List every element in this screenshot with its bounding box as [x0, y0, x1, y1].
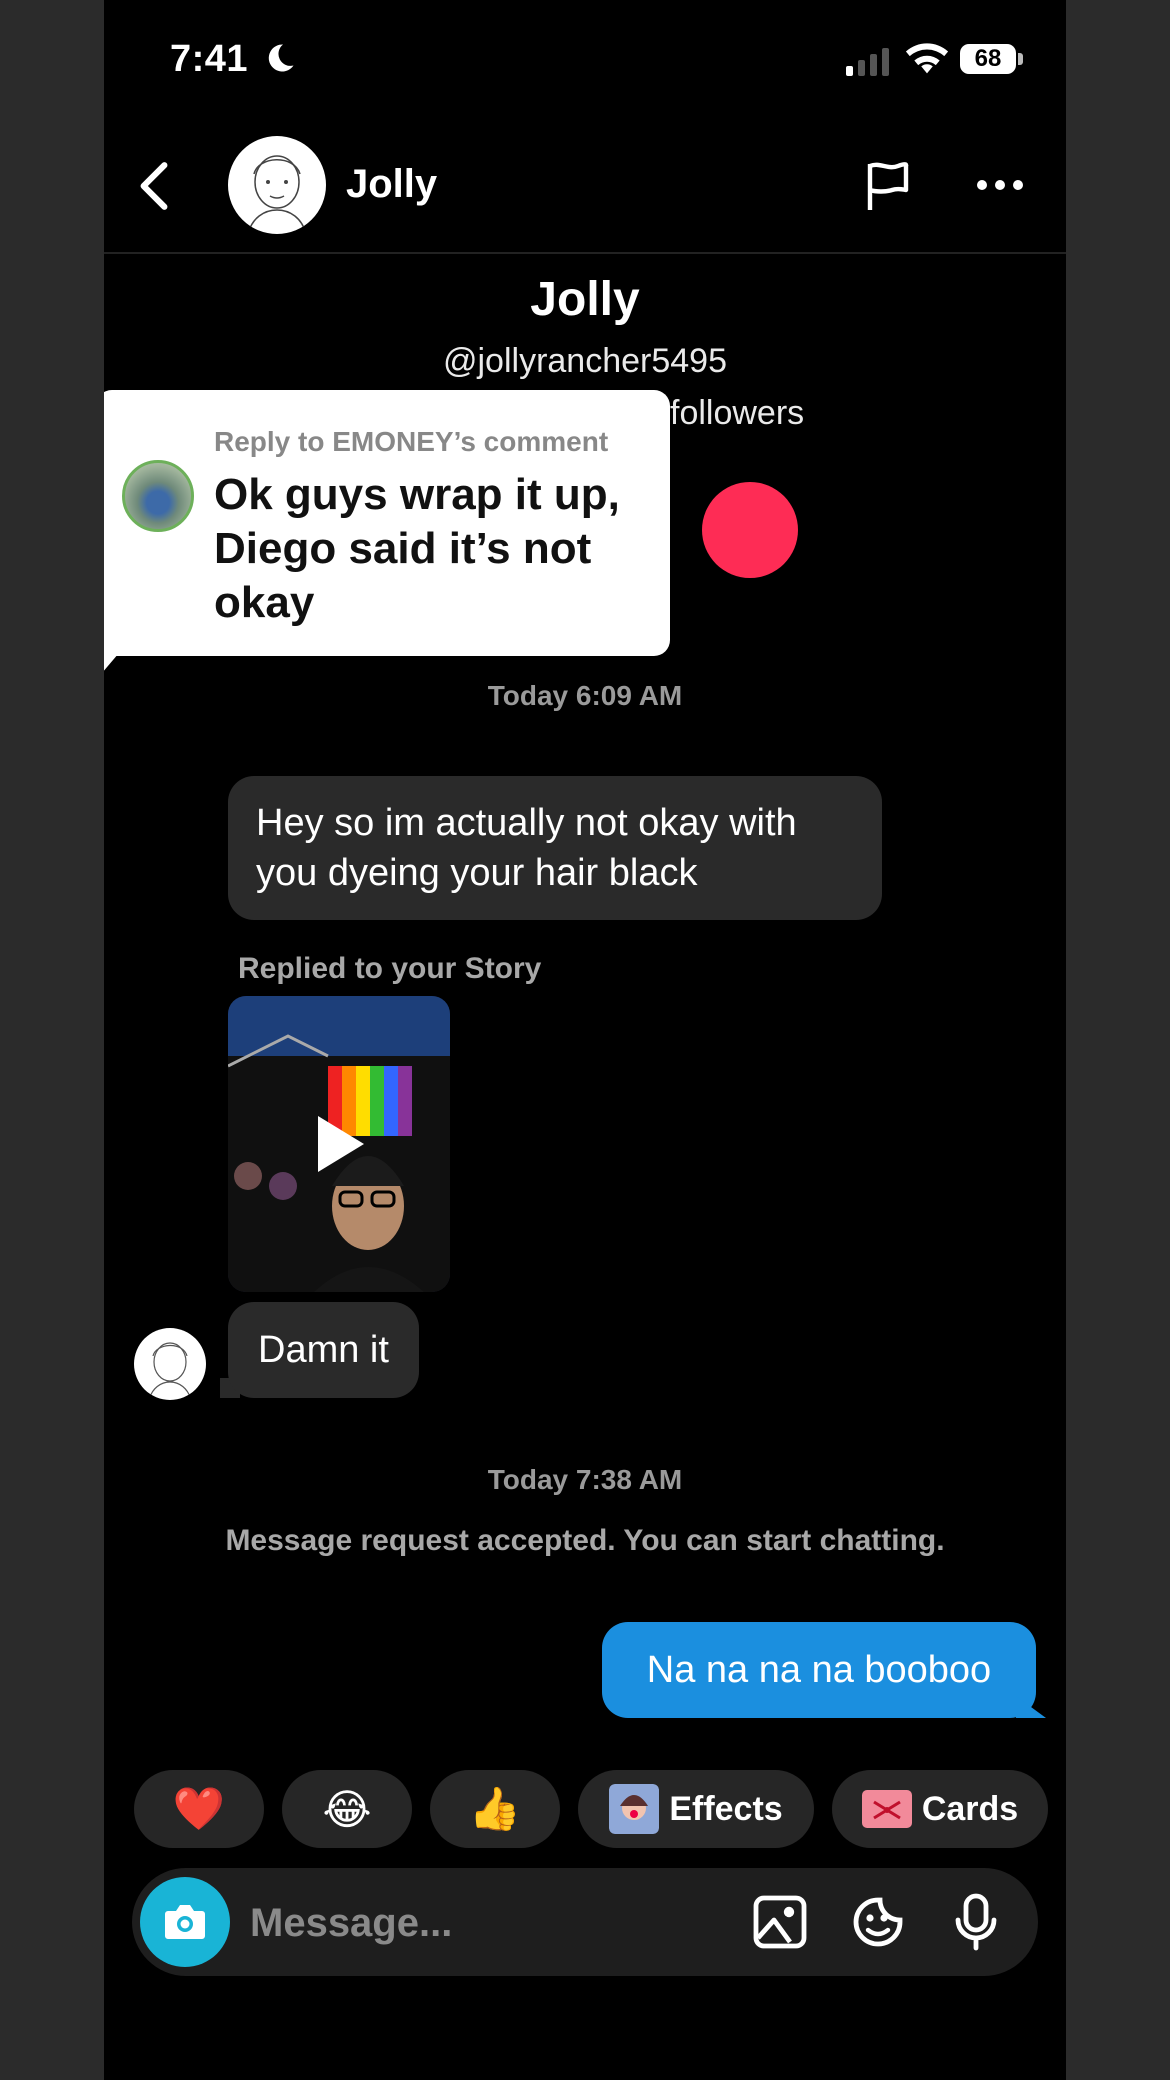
timestamp: Today 7:38 AM: [487, 1464, 683, 1495]
chat-screen: 7:41 68 Jolly Jolly @jollyrancher5495 fo…: [104, 0, 1066, 2080]
sticker-icon[interactable]: [848, 1892, 908, 1952]
commenter-avatar: [122, 460, 194, 532]
wifi-icon: [905, 43, 949, 74]
reply-card-label: Reply to EMONEY’s comment: [214, 426, 609, 457]
battery-indicator: 68: [960, 44, 1016, 74]
header-avatar[interactable]: [228, 136, 326, 234]
reply-card-tail: [104, 640, 130, 680]
heart-icon: ❤️: [172, 1784, 226, 1832]
effects-button[interactable]: Effects: [578, 1770, 814, 1848]
incoming-message[interactable]: Damn it: [228, 1302, 419, 1398]
report-flag-icon[interactable]: [860, 158, 916, 214]
thumbs-up-icon: 👍: [468, 1784, 522, 1832]
header-divider: [104, 252, 1066, 254]
outgoing-message[interactable]: Na na na na booboo: [602, 1622, 1036, 1718]
incoming-message[interactable]: Hey so im actually not okay with you dye…: [228, 776, 882, 920]
reply-card-text: Ok guys wrap it up, Diego said it’s not …: [214, 470, 620, 627]
battery-cap: [1018, 53, 1023, 65]
header-name[interactable]: Jolly: [346, 162, 437, 207]
follow-button[interactable]: [702, 482, 798, 578]
back-arrow-icon[interactable]: [136, 160, 172, 212]
quick-reply-heart[interactable]: ❤️: [134, 1770, 264, 1848]
more-options-icon[interactable]: [974, 170, 1026, 200]
replied-to-story-label: Replied to your Story: [238, 952, 542, 985]
followers-count: followers: [670, 394, 805, 432]
profile-handle: @jollyrancher5495: [442, 342, 727, 380]
camera-icon: [165, 1905, 205, 1939]
camera-button[interactable]: [140, 1877, 230, 1967]
cards-label: Cards: [921, 1789, 1019, 1828]
story-video-thumbnail[interactable]: [228, 996, 450, 1292]
quick-reply-laugh[interactable]: 😂: [282, 1770, 412, 1848]
reply-comment-card: Reply to EMONEY’s comment Ok guys wrap i…: [104, 390, 670, 656]
quick-reply-thumbs-up[interactable]: 👍: [430, 1770, 560, 1848]
signal-icon: [846, 42, 889, 76]
play-icon[interactable]: [312, 1112, 368, 1176]
sender-avatar[interactable]: [134, 1328, 206, 1400]
sketch-portrait-icon: [247, 155, 307, 234]
gift-card-icon: [861, 1790, 912, 1828]
image-gallery-icon[interactable]: [750, 1892, 810, 1952]
cards-button[interactable]: Cards: [832, 1770, 1048, 1848]
request-accepted-notice: Message request accepted. You can start …: [225, 1524, 945, 1557]
microphone-icon[interactable]: [946, 1892, 1006, 1952]
status-time: 7:41: [170, 38, 249, 80]
laughing-emoji-icon: 😂: [322, 1785, 372, 1833]
sketch-portrait-icon: [148, 1342, 192, 1400]
timestamp: Today 6:09 AM: [487, 680, 683, 711]
effects-label: Effects: [669, 1789, 783, 1828]
message-composer: [132, 1868, 1038, 1976]
effects-thumbnail-icon: [609, 1784, 660, 1834]
message-input[interactable]: [248, 1892, 652, 1954]
profile-name: Jolly: [530, 273, 640, 326]
moon-icon: [268, 44, 294, 72]
